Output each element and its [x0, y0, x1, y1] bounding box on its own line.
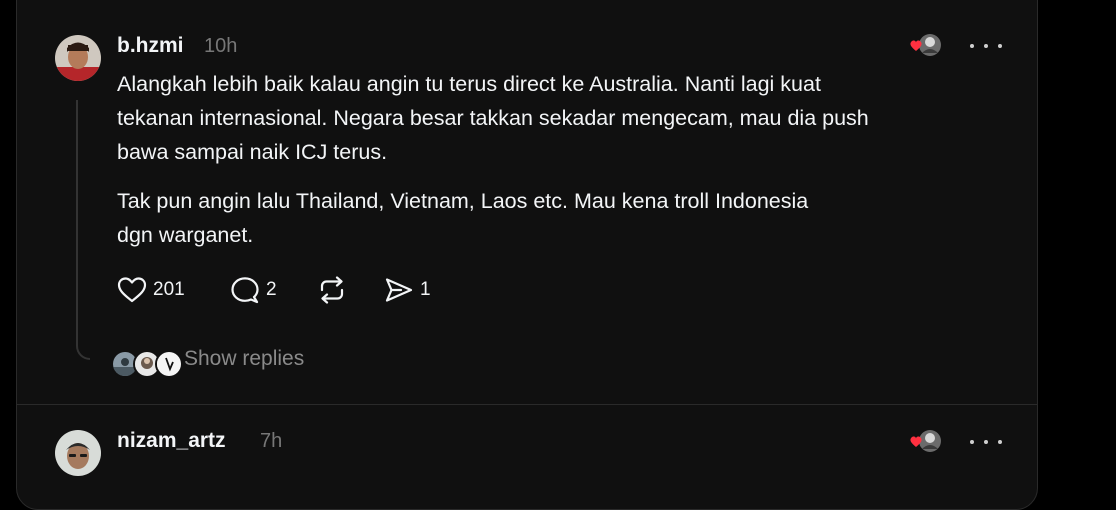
- post-paragraph: Tak pun angin lalu Thailand, Vietnam, La…: [117, 189, 809, 247]
- share-button[interactable]: 1: [384, 274, 431, 306]
- reply-button[interactable]: 2: [230, 274, 277, 306]
- heart-icon: [910, 436, 922, 447]
- username[interactable]: b.hzmi: [117, 34, 184, 58]
- like-button[interactable]: 201: [117, 274, 185, 306]
- repost-icon: [320, 276, 344, 304]
- heart-icon: [910, 40, 922, 51]
- heart-icon: [117, 277, 147, 303]
- more-icon[interactable]: [970, 432, 1002, 452]
- repost-button[interactable]: [316, 274, 348, 306]
- username[interactable]: nizam_artz: [117, 429, 226, 453]
- send-icon: [385, 278, 413, 302]
- reply-avatar[interactable]: [155, 350, 183, 378]
- post-time[interactable]: 10h: [204, 35, 237, 58]
- liker-avatar[interactable]: [908, 429, 941, 455]
- more-icon[interactable]: [970, 36, 1002, 56]
- like-count: 201: [153, 279, 185, 300]
- post-divider: [16, 404, 1038, 405]
- show-replies-link[interactable]: Show replies: [184, 347, 304, 371]
- share-count: 1: [420, 279, 431, 300]
- post-time[interactable]: 7h: [260, 430, 282, 453]
- post-paragraph: Alangkah lebih baik kalau angin tu terus…: [117, 72, 869, 164]
- reply-count: 2: [266, 279, 277, 300]
- thread-line: [76, 100, 90, 360]
- avatar[interactable]: [55, 430, 101, 476]
- liker-avatar[interactable]: [908, 33, 941, 59]
- avatar[interactable]: [55, 35, 101, 81]
- comment-icon: [231, 277, 259, 304]
